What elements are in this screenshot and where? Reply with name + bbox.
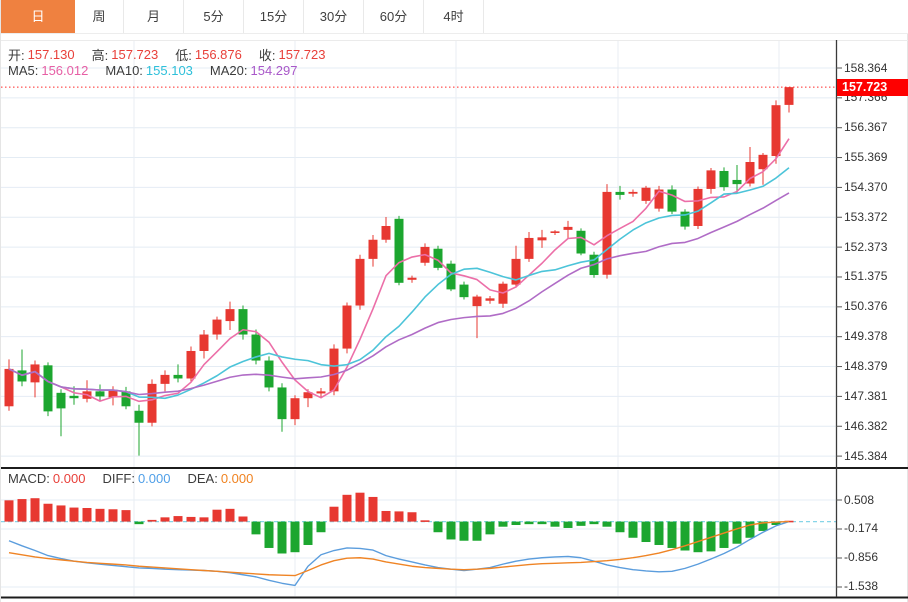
macd-label: MACD: <box>8 471 50 486</box>
tab-day[interactable]: 日 <box>1 0 75 33</box>
ohlc-readout: 开: 157.130 高: 157.723 低: 156.876 收: 157.… <box>8 45 343 64</box>
axis-tick-label: 150.376 <box>844 299 888 314</box>
ma5-value: 156.012 <box>41 63 89 78</box>
axis-tick-label: 147.381 <box>844 388 888 403</box>
axis-tick-label: -0.856 <box>844 550 879 565</box>
dea-label: DEA: <box>187 471 218 486</box>
tab-30min[interactable]: 30分 <box>304 0 364 33</box>
axis-tick-label: 155.369 <box>844 150 888 165</box>
open-value: 157.130 <box>27 47 75 62</box>
axis-tick-label: 0.508 <box>844 492 875 507</box>
open-label: 开: <box>8 48 25 63</box>
axis-tick-label: 145.384 <box>844 448 888 463</box>
chart-canvas[interactable] <box>1 0 908 602</box>
dea-value: 0.000 <box>220 471 254 486</box>
tab-week[interactable]: 周 <box>75 0 124 33</box>
tab-month[interactable]: 月 <box>124 0 184 33</box>
axis-tick-label: 151.375 <box>844 269 888 284</box>
current-price-tag: 157.723 <box>837 79 908 96</box>
macd-value: 0.000 <box>52 471 86 486</box>
close-value: 157.723 <box>278 47 326 62</box>
low-label: 低: <box>175 48 192 63</box>
ma20-value: 154.297 <box>250 63 298 78</box>
axis-tick-label: 156.367 <box>844 120 888 135</box>
axis-tick-label: 148.379 <box>844 359 888 374</box>
ma10-value: 155.103 <box>145 63 193 78</box>
trading-chart-app: 日 周 月 5分 15分 30分 60分 4时 开: 157.130 高: 15… <box>0 0 908 602</box>
axis-tick-label: 152.373 <box>844 239 888 254</box>
tab-5min[interactable]: 5分 <box>184 0 244 33</box>
macd-readout: MACD: 0.000 DIFF: 0.000 DEA: 0.000 <box>8 471 270 486</box>
high-label: 高: <box>91 48 109 63</box>
tab-60min[interactable]: 60分 <box>364 0 424 33</box>
axis-tick-label: 158.364 <box>844 60 888 75</box>
axis-tick-label: 154.370 <box>844 179 888 194</box>
ma-readout: MA5: 156.012 MA10: 155.103 MA20: 154.297 <box>8 63 315 78</box>
diff-label: DIFF: <box>102 471 135 486</box>
axis-tick-label: 153.372 <box>844 209 888 224</box>
ma20-label: MA20: <box>209 63 248 78</box>
tab-15min[interactable]: 15分 <box>244 0 304 33</box>
ma5-label: MA5: <box>8 63 39 78</box>
period-toolbar: 日 周 月 5分 15分 30分 60分 4时 <box>1 0 908 34</box>
axis-tick-label: 146.382 <box>844 418 888 433</box>
close-label: 收: <box>258 48 276 63</box>
tab-4hour[interactable]: 4时 <box>424 0 484 33</box>
low-value: 156.876 <box>194 47 242 62</box>
ma10-label: MA10: <box>105 63 143 78</box>
high-value: 157.723 <box>111 47 159 62</box>
diff-value: 0.000 <box>137 471 171 486</box>
axis-tick-label: -1.538 <box>844 579 879 594</box>
axis-tick-label: -0.174 <box>844 521 879 536</box>
axis-tick-label: 149.378 <box>844 329 888 344</box>
